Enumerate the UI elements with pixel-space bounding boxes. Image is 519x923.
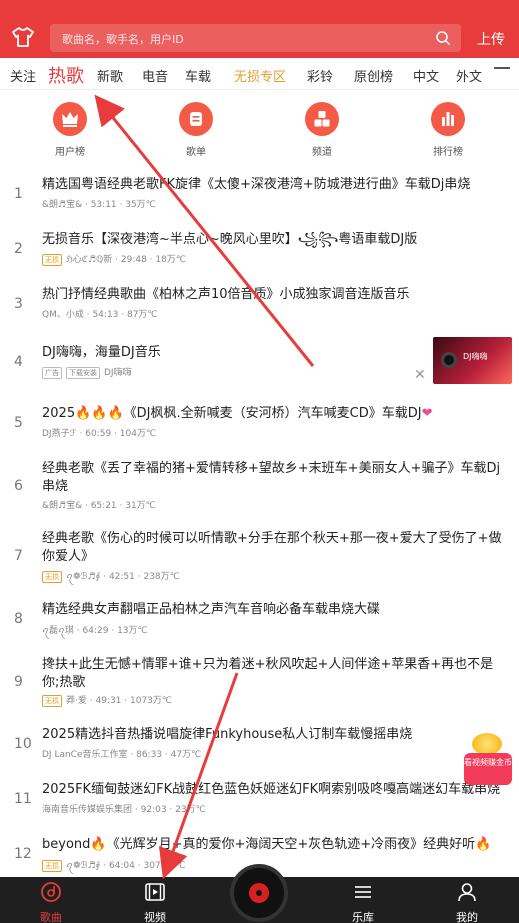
rank-number: 6: [14, 478, 23, 494]
ad-title: DJ嗨嗨，海量DJ音乐: [42, 345, 161, 360]
search-placeholder: 歌曲名，歌手名，用户ID: [62, 33, 184, 46]
song-meta: DJ LanCe音乐工作室 · 86:33 · 47万℃: [42, 750, 202, 760]
top-header: 歌曲名，歌手名，用户ID 上传: [0, 0, 519, 58]
skin-shirt-icon[interactable]: [12, 27, 34, 47]
fire-icon: 🔥🔥🔥: [75, 406, 124, 421]
song-title: 精选经典女声翻唱正品柏林之声汽车音响必备车载串烧大碟: [42, 602, 381, 617]
download-badge: 下载安装: [66, 367, 100, 379]
tab-original-chart[interactable]: 原创榜: [354, 66, 393, 85]
search-icon[interactable]: [435, 30, 451, 46]
ad-thumbnail[interactable]: DJ嗨嗨: [433, 337, 512, 384]
crown-icon: [53, 102, 87, 136]
promo-label: 看视频赚金币: [464, 753, 512, 785]
vinyl-disc-icon: [441, 352, 457, 368]
rank-number: 5: [14, 415, 23, 431]
tab-electronic[interactable]: 电音: [142, 66, 168, 85]
song-title: 热门抒情经典歌曲《柏林之声10倍音质》小成独家调音连版音乐: [42, 287, 410, 302]
song-meta: &朗♬宝& · 65:21 · 31万℃: [42, 501, 156, 511]
app-root: 歌曲名，歌手名，用户ID 上传 关注 热歌 新歌 电音 车载 无损专区 彩铃 原…: [0, 0, 519, 923]
nav-label: 视频: [144, 911, 166, 923]
rank-number: 9: [14, 674, 23, 690]
rank-number: 2: [14, 241, 23, 257]
category-tabs: 关注 热歌 新歌 电音 车载 无损专区 彩铃 原创榜 中文 外文: [0, 58, 519, 90]
now-playing-record-button[interactable]: [230, 864, 288, 922]
song-title: 2025精选抖音热播说唱旋律Funkyhouse私人订制车载慢摇串烧: [42, 727, 413, 742]
lossless-badge: 无损: [42, 695, 62, 707]
song-meta: QM、小成 · 54:13 · 87万℃: [42, 310, 158, 320]
tab-hot-songs[interactable]: 热歌: [48, 62, 84, 88]
song-meta: &朗♬宝& · 53:11 · 35万℃: [42, 200, 156, 210]
category-user-chart[interactable]: 用户榜: [40, 102, 100, 158]
category-label: 歌单: [186, 147, 206, 158]
bar-chart-icon: [431, 102, 465, 136]
lossless-badge: 无损: [42, 571, 62, 583]
song-meta: DJ燕子ℱ · 60:59 · 104万℃: [42, 429, 157, 439]
tabs-menu-icon[interactable]: [494, 67, 510, 81]
video-icon: [145, 883, 165, 901]
upload-button[interactable]: 上传: [477, 29, 505, 49]
song-meta: ꪖ磊ꪖ琪 · 64:29 · 13万℃: [42, 626, 148, 636]
tab-car[interactable]: 车载: [185, 66, 211, 85]
list-icon: [179, 102, 213, 136]
close-icon[interactable]: ✕: [414, 367, 426, 383]
rank-number: 8: [14, 611, 23, 627]
tab-lossless[interactable]: 无损专区: [234, 66, 286, 85]
rank-number: 1: [14, 186, 23, 202]
song-title: 经典老歌《丢了幸福的猪+爱情转移+望故乡+末班车+美丽女人+骗子》车载Dj串烧: [42, 461, 501, 494]
tab-new-songs[interactable]: 新歌: [97, 66, 123, 85]
library-icon: [355, 886, 371, 898]
song-title: beyond🔥《光辉岁月+真的爱你+海阔天空+灰色轨迹+冷雨夜》经典好听🔥: [42, 837, 492, 852]
song-title: 2025🔥🔥🔥《DJ枫枫.全新喊麦（安河桥）汽车喊麦CD》车载DJ❤: [42, 406, 433, 421]
category-shortcuts: 用户榜 歌单 频道 排行榜: [0, 90, 519, 162]
record-label: [249, 883, 269, 903]
category-playlist[interactable]: 歌单: [166, 102, 226, 158]
nav-label: 我的: [456, 911, 478, 923]
nav-label: 歌曲: [40, 911, 62, 923]
category-label: 频道: [312, 147, 332, 158]
tab-follow[interactable]: 关注: [10, 66, 36, 85]
category-label: 用户榜: [55, 147, 85, 158]
ad-badge: 广告: [42, 367, 62, 379]
song-title: 2025FK缅甸鼓迷幻FK战鼓红色蓝色妖姬迷幻FK啊索别吸咚嘎高端迷幻车载串烧: [42, 782, 501, 797]
heart-icon: ❤: [421, 406, 433, 421]
category-label: 排行榜: [433, 147, 463, 158]
song-title: 精选国粤语经典老歌FK旋律《太傻+深夜港湾+防城港进行曲》车载Dj串烧: [42, 177, 471, 192]
music-disc-icon: [41, 882, 61, 902]
blocks-icon: [305, 102, 339, 136]
coin-icon: [472, 733, 502, 755]
rank-number: 11: [14, 791, 32, 807]
tab-ringtone[interactable]: 彩铃: [307, 66, 333, 85]
song-meta: 海南音乐传媒娱乐集团 · 92:03 · 23万℃: [42, 805, 206, 815]
song-title: 无损音乐【深夜港湾~半点心~晚风心里吹】꧁꧂粤语車载DJ版: [42, 232, 418, 247]
song-meta: 无损 ꪖ❁ℬ♬∮ · 64:04 · 3078万℃: [42, 857, 185, 876]
song-meta: 无损 ꪖ❁ℬ♬∮ · 42:51 · 238万℃: [42, 568, 180, 587]
user-icon: [458, 883, 476, 902]
rank-number: 3: [14, 296, 23, 312]
category-channel[interactable]: 频道: [292, 102, 352, 158]
tab-foreign[interactable]: 外文: [456, 66, 482, 85]
nav-label: 乐库: [352, 911, 374, 923]
rank-number: 10: [14, 736, 32, 752]
ad-meta: 广告 下载安装 DJ嗨嗨: [42, 365, 132, 379]
nav-songs[interactable]: 歌曲: [21, 881, 81, 923]
song-title: 经典老歌《伤心的时候可以听情歌+分手在那个秋天+那一夜+爱大了受伤了+做你爱人》: [42, 531, 502, 564]
song-title: 搀扶+此生无憾+情罪+谁+只为着迷+秋风吹起+人间伴途+苹果香+再也不是你;热歌: [42, 657, 494, 690]
nav-video[interactable]: 视频: [125, 881, 185, 923]
search-input[interactable]: 歌曲名，歌手名，用户ID: [50, 24, 461, 52]
category-ranking[interactable]: 排行榜: [418, 102, 478, 158]
lossless-badge: 无损: [42, 254, 62, 266]
watch-video-earn-coins-badge[interactable]: 看视频赚金币: [464, 733, 512, 785]
rank-number: 12: [14, 846, 32, 862]
rank-number: 4: [14, 354, 23, 370]
song-meta: 无损 莽·爱 · 49:31 · 1073万℃: [42, 693, 172, 707]
fire-icon: 🔥: [90, 837, 107, 852]
song-meta: 无损 ℌ心ℭ♬ℚ新 · 29:48 · 18万℃: [42, 252, 186, 266]
nav-library[interactable]: 乐库: [333, 881, 393, 923]
fire-icon: 🔥: [475, 837, 492, 852]
nav-mine[interactable]: 我的: [437, 881, 497, 923]
lossless-badge: 无损: [42, 860, 62, 872]
rank-number: 7: [14, 548, 23, 564]
tab-chinese[interactable]: 中文: [413, 66, 439, 85]
